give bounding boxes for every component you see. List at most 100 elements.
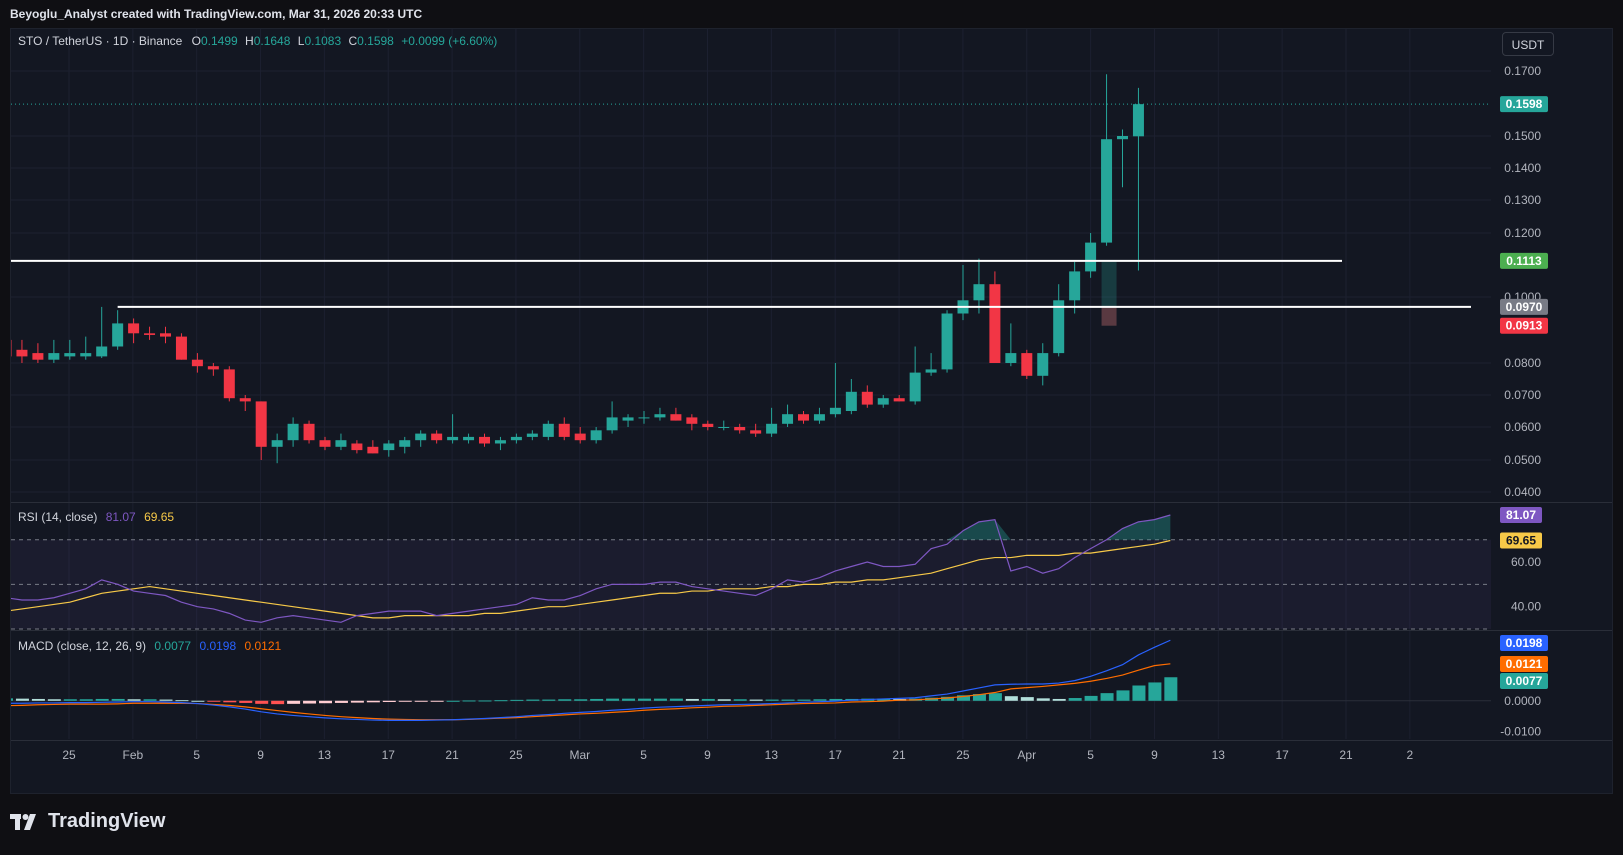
price-badge-label: 0.0913 (1506, 319, 1543, 333)
price-tick-label: 0.0600 (1504, 420, 1541, 434)
macd-histogram-bar (79, 699, 93, 701)
candle-body (479, 436, 490, 444)
candle (128, 318, 140, 344)
rsi-legend: RSI (14, close) 81.07 69.65 (18, 510, 174, 524)
macd-histogram-bar (1004, 696, 1018, 701)
macd-histogram-bar (462, 700, 476, 702)
candle (1037, 343, 1049, 386)
candle-body (239, 398, 251, 402)
macd-histogram-bar (542, 699, 556, 701)
macd-histogram-bar (1116, 690, 1130, 701)
rsi-badge-label: 81.07 (1506, 508, 1536, 522)
candle (686, 414, 698, 431)
candle-body (686, 417, 698, 424)
candle (64, 339, 76, 360)
candle-body (367, 446, 379, 454)
currency-button[interactable]: USDT (1502, 32, 1554, 56)
macd-histogram-bar (31, 698, 45, 701)
candle-body (925, 369, 937, 373)
time-tick-label: 2 (1407, 748, 1414, 762)
candle-body (383, 443, 395, 451)
symbol-pair[interactable]: STO / TetherUS · 1D · Binance (18, 34, 182, 48)
macd-histogram-bar (207, 700, 221, 702)
macd-histogram-bar (701, 698, 715, 701)
candle (829, 363, 841, 418)
candle (861, 385, 873, 408)
candle-body (447, 436, 459, 441)
chart-frame[interactable]: 0.1700 0.1500 0.1400 0.1300 0.1200 0.1000 0.08… (10, 28, 1613, 794)
candle-body (782, 414, 794, 424)
open-label: O (191, 34, 201, 48)
candle-body (351, 443, 363, 451)
candle (526, 430, 538, 441)
macd-histogram-bar (638, 698, 651, 701)
macd-histogram-bar (63, 699, 77, 701)
candle-body (813, 414, 825, 421)
macd-histogram-bar (1148, 682, 1162, 701)
candle (510, 433, 522, 444)
rsi-ma-value: 69.65 (144, 510, 175, 524)
macd-histogram-bar (478, 700, 492, 702)
candle-body (558, 423, 570, 437)
macd-histogram-bar (1084, 695, 1098, 701)
candle (973, 258, 985, 314)
price-badge-label: 0.1113 (1506, 254, 1542, 268)
candle (1132, 87, 1144, 271)
time-tick-label: Mar (569, 748, 590, 762)
candle (670, 407, 682, 421)
macd-histogram-bar (510, 699, 524, 701)
candle-body (144, 333, 156, 335)
candle (574, 427, 586, 444)
time-tick-label: 13 (765, 748, 779, 762)
tradingview-logo-icon (10, 813, 36, 830)
time-tick-label: 25 (509, 748, 523, 762)
macd-signal-value: 0.0121 (244, 639, 282, 653)
chart-canvas[interactable]: 0.17000.15000.14000.13000.12000.10000.08… (11, 29, 1613, 794)
price-tick-label: 0.0500 (1504, 453, 1541, 467)
rsi-tick-label: 60.00 (1511, 555, 1541, 569)
candle-body (510, 436, 522, 441)
high-label: H (245, 34, 254, 48)
candle-body (861, 391, 873, 405)
candle (80, 336, 92, 360)
candle-body (175, 336, 187, 360)
macd-badge-label: 0.0121 (1506, 657, 1543, 671)
candle (223, 366, 235, 402)
candle (750, 423, 762, 437)
macd-legend: MACD (close, 12, 26, 9) 0.0077 0.0198 0.… (18, 639, 281, 653)
rsi-badge-label: 69.65 (1506, 533, 1536, 547)
close-label: C (348, 34, 358, 48)
candle (32, 343, 44, 363)
candle (335, 433, 347, 451)
candle (1085, 233, 1097, 278)
macd-histogram-bar (574, 699, 588, 701)
candle-body (989, 284, 1001, 363)
rsi-title[interactable]: RSI (14, close) (18, 510, 97, 524)
candle (766, 407, 778, 437)
macd-histogram-bar (622, 698, 636, 701)
candle (813, 407, 825, 424)
candle (734, 423, 746, 434)
candle-body (223, 369, 235, 399)
candle-body (670, 414, 682, 421)
macd-histogram-bar (11, 698, 13, 701)
candle-body (526, 433, 538, 437)
candle (1069, 261, 1081, 314)
rsi-badge: 81.07 (1500, 507, 1542, 524)
time-tick-label: Feb (123, 748, 144, 762)
candle-body (829, 407, 841, 415)
price-tick-label: 0.1300 (1504, 193, 1541, 207)
candle (925, 353, 937, 376)
candle (782, 404, 794, 427)
macd-histogram-bar (15, 698, 29, 701)
macd-histogram-bar (255, 700, 269, 704)
macd-title[interactable]: MACD (close, 12, 26, 9) (18, 639, 146, 653)
time-tick-label: 21 (892, 748, 906, 762)
candle (1021, 349, 1033, 379)
candle (463, 433, 475, 444)
candle (447, 414, 459, 444)
candle (415, 430, 427, 447)
candle-body (893, 398, 905, 402)
time-tick-label: 13 (1212, 748, 1226, 762)
open-value: 0.1499 (200, 34, 238, 48)
